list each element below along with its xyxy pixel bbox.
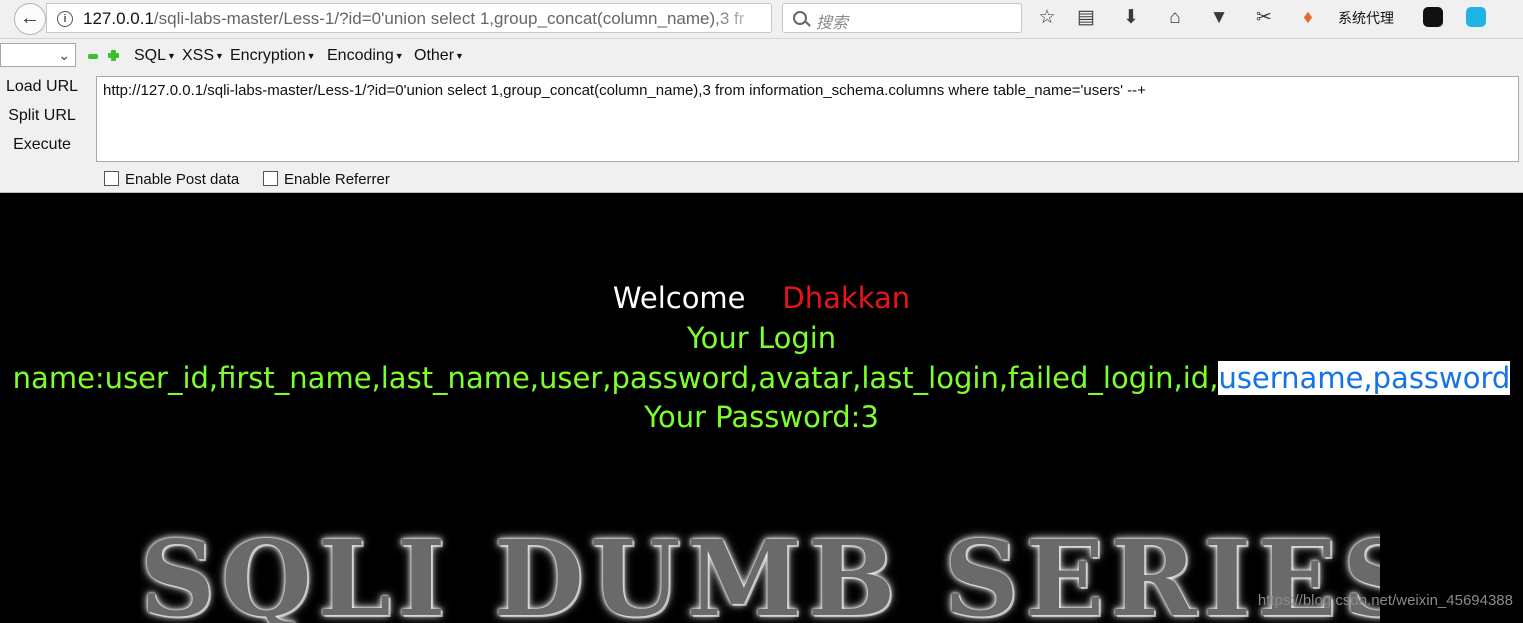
bookmark-star-icon[interactable]: ☆ [1034, 5, 1060, 31]
reading-list-icon[interactable]: ▤ [1073, 5, 1099, 31]
url-fade [711, 4, 771, 32]
enable-post-checkbox[interactable]: Enable Post data [104, 171, 239, 188]
browser-toolbar: ← i 127.0.0.1/sqli-labs-master/Less-1/?i… [0, 0, 1523, 39]
increase-icon[interactable] [108, 50, 119, 61]
menu-sql-label: SQL [134, 47, 167, 64]
menu-encoding-label: Encoding [327, 47, 394, 64]
password-line: Your Password:3 [644, 400, 879, 434]
execute-button[interactable]: Execute [0, 136, 84, 154]
hackbar-panel: ⌄ SQL▼ XSS▼ Encryption▼ Encoding▼ Other▼… [0, 39, 1523, 193]
enable-referrer-label: Enable Referrer [284, 171, 390, 188]
download-icon[interactable]: ⬇ [1118, 5, 1144, 31]
address-text[interactable]: 127.0.0.1/sqli-labs-master/Less-1/?id=0'… [83, 9, 745, 29]
enable-referrer-checkbox[interactable]: Enable Referrer [263, 171, 390, 188]
menu-other-label: Other [414, 47, 455, 64]
url-textarea[interactable]: http://127.0.0.1/sqli-labs-master/Less-1… [96, 76, 1519, 162]
menu-encryption-label: Encryption [230, 47, 306, 64]
search-bar[interactable]: 搜索 [782, 3, 1022, 33]
extension-blue-icon[interactable] [1466, 7, 1486, 27]
user-name: Dhakkan [782, 281, 911, 315]
selected-text: username,password [1218, 361, 1511, 395]
checkbox-box[interactable] [104, 171, 119, 186]
checkbox-box[interactable] [263, 171, 278, 186]
name-line: name:user_id,first_name,last_name,user,p… [0, 361, 1523, 395]
login-line: Your Login [686, 321, 837, 355]
url-path: /sqli-labs-master/Less-1/?id=0'union sel… [153, 9, 745, 28]
search-icon [793, 11, 807, 25]
chevron-down-icon: ⌄ [58, 47, 70, 63]
load-url-button[interactable]: Load URL [0, 78, 84, 96]
url-host: 127.0.0.1 [83, 9, 154, 28]
hackbar-select[interactable]: ⌄ [0, 43, 76, 67]
pocket-icon[interactable]: ▼ [1206, 5, 1232, 31]
extension-mask-icon[interactable] [1423, 7, 1443, 27]
welcome-text: Welcome [612, 281, 746, 315]
banner-text: SQLI DUMB SERIES-1 [140, 523, 1380, 623]
enable-post-label: Enable Post data [125, 171, 240, 188]
back-arrow-icon[interactable]: ← [14, 3, 46, 35]
watermark: https://blog.csdn.net/weixin_45694388 [1257, 592, 1513, 609]
menu-sql[interactable]: SQL▼ [134, 47, 176, 65]
sqli-banner-image: SQLI DUMB SERIES-1 [140, 523, 1380, 623]
menu-other[interactable]: Other▼ [414, 47, 464, 65]
info-icon[interactable]: i [57, 11, 73, 27]
split-url-button[interactable]: Split URL [0, 107, 84, 125]
search-placeholder: 搜索 [816, 15, 849, 32]
address-bar[interactable]: i 127.0.0.1/sqli-labs-master/Less-1/?id=… [46, 3, 772, 33]
menu-xss[interactable]: XSS▼ [182, 47, 224, 65]
proxy-label[interactable]: 系统代理 [1338, 8, 1394, 28]
menu-encoding[interactable]: Encoding▼ [327, 47, 404, 65]
menu-encryption[interactable]: Encryption▼ [230, 47, 316, 65]
screenshot-icon[interactable]: ✂ [1251, 5, 1277, 31]
proxy-fox-icon[interactable]: ♦ [1295, 5, 1321, 31]
name-prefix: name:user_id,first_name,last_name,user,p… [12, 361, 1219, 395]
page-content: Welcome Dhakkan Your Login name:user_id,… [0, 193, 1523, 623]
home-icon[interactable]: ⌂ [1162, 5, 1188, 31]
menu-xss-label: XSS [182, 47, 215, 64]
welcome-line: Welcome Dhakkan [0, 281, 1523, 315]
decrease-icon[interactable] [88, 54, 98, 59]
